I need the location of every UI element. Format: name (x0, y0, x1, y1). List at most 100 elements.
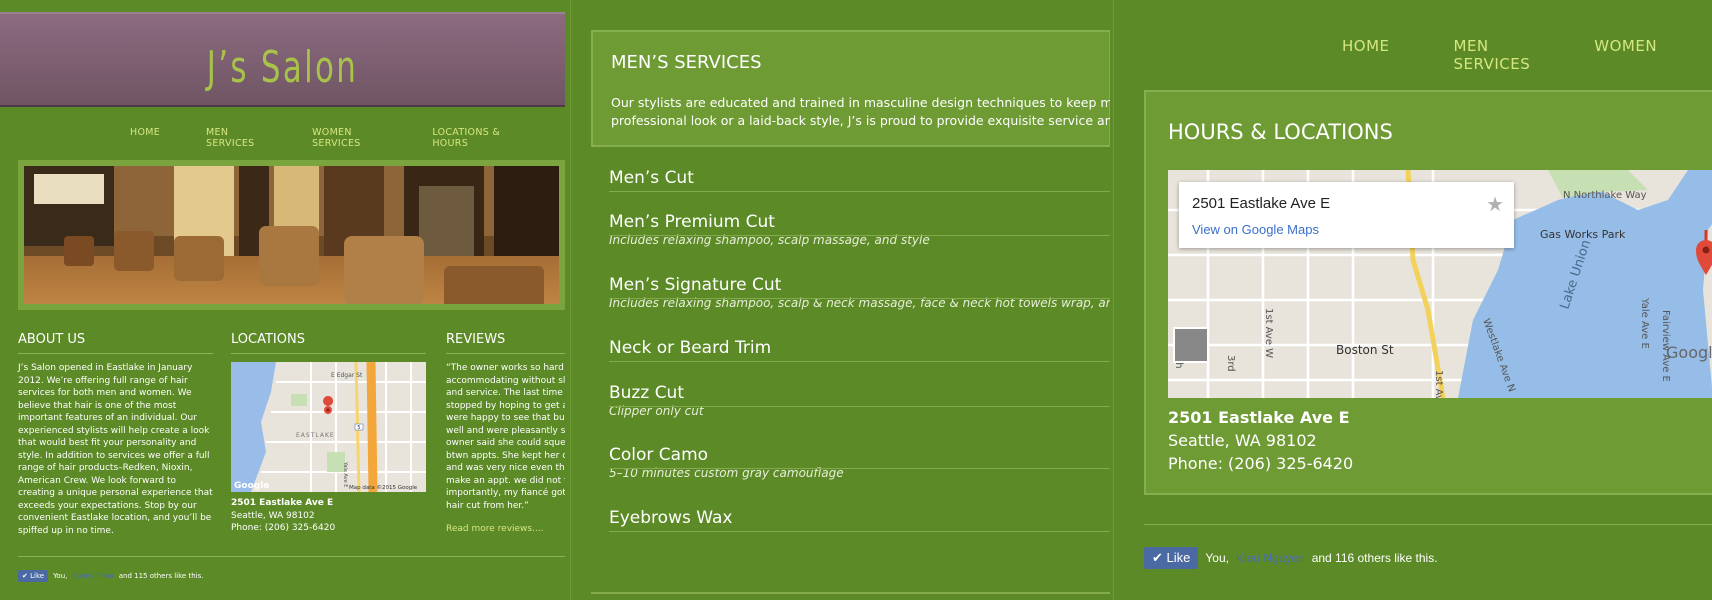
hours-locations-panel: HOME MEN SERVICES WOMEN HOURS & LOCATION… (1113, 0, 1712, 600)
map-ave1n-label: 1st Ave N (1433, 370, 1444, 398)
service-divider (609, 531, 1110, 532)
nav-women-services[interactable]: WOMEN (1594, 37, 1657, 73)
locations-section: LOCATIONS 5 E Edgar St EASTLAKE Yale Ave… (231, 332, 426, 535)
about-section: ABOUT US J’s Salon opened in Eastlake in… (18, 332, 213, 537)
map-ave3-label: 3rd (1225, 355, 1236, 372)
like-button-label: Like (30, 572, 45, 580)
review-line: owner said she could squeez (446, 438, 565, 448)
service-name: Eyebrows Wax (609, 508, 733, 528)
address-line2: Seattle, WA 98102 (231, 510, 315, 521)
phone-number: Phone: (206) 325-6420 (1168, 454, 1354, 473)
map-card-title: 2501 Eastlake Ave E (1192, 195, 1331, 212)
google-logo-large: Google (1666, 343, 1712, 362)
reviews-divider (446, 353, 565, 354)
locations-title: LOCATIONS (231, 332, 305, 347)
like-button-label: Like (1166, 550, 1191, 565)
view-on-google-maps-link[interactable]: View on Google Maps (1192, 222, 1319, 237)
service-item: Color Camo 5–10 minutes custom gray camo… (609, 445, 1110, 480)
like-button[interactable]: ✔ Like (1144, 547, 1199, 569)
review-text: “The owner works so hard an accommodatin… (446, 362, 565, 512)
map-info-card: 2501 Eastlake Ave E View on Google Maps … (1179, 182, 1514, 248)
about-divider (18, 353, 213, 354)
review-line: accommodating without slack (446, 375, 565, 386)
intro-line: Our stylists are educated and trained in… (611, 95, 1110, 110)
service-divider (609, 406, 1110, 407)
like-button[interactable]: ✔ Like (18, 570, 49, 582)
service-divider (609, 235, 1110, 236)
review-line: “The owner works so hard an (446, 363, 565, 373)
like-you-text: You, (53, 572, 68, 580)
service-item: Neck or Beard Trim (609, 338, 1110, 362)
service-item: Men’s Signature Cut Includes relaxing sh… (609, 275, 1110, 310)
locations-divider (231, 353, 426, 354)
map-credit: Map data ©2015 Google (349, 484, 418, 491)
map-street-label: E Edgar St (331, 372, 363, 379)
like-friend-link[interactable]: Sonny Phan (72, 572, 113, 580)
review-line: well and were pleasantly surp (446, 425, 565, 436)
site-logo[interactable]: J’s Salon (62, 42, 503, 93)
review-line: make an appt. we did not fee (446, 475, 565, 486)
service-name: Buzz Cut (609, 383, 684, 403)
map-boston-label: Boston St (1336, 343, 1394, 357)
nav-home[interactable]: HOME (130, 127, 160, 149)
intro-line: professional look or a laid-back style, … (611, 113, 1110, 128)
map-highway-label: 5 (357, 425, 360, 431)
service-item: Men’s Cut (609, 168, 1110, 192)
homepage-panel: J’s Salon HOME MEN SERVICES WOMEN SERVIC… (0, 0, 565, 600)
map-street2-label: Yale Ave E (342, 461, 348, 487)
address-block-large: 2501 Eastlake Ave E Seattle, WA 98102 Ph… (1168, 406, 1353, 475)
men-services-panel: MEN’S SERVICES Our stylists are educated… (570, 0, 1110, 600)
about-title: ABOUT US (18, 332, 86, 347)
map-area-label: EASTLAKE (296, 432, 335, 439)
reviews-title: REVIEWS (446, 332, 506, 347)
footer-divider (18, 556, 565, 557)
reviews-section: REVIEWS “The owner works so hard an acco… (446, 332, 565, 534)
review-line: and service. The last time my (446, 388, 565, 398)
panel-bottom-divider (591, 592, 1110, 594)
address-block-small: 2501 Eastlake Ave E Seattle, WA 98102 Ph… (231, 497, 426, 535)
service-divider (609, 361, 1110, 362)
read-more-reviews-link[interactable]: Read more reviews.... (446, 524, 565, 534)
service-item: Men’s Premium Cut Includes relaxing sham… (609, 212, 1110, 247)
location-map-large[interactable]: 2 Gas Works Park N Northlake Way Lake Un… (1168, 170, 1712, 398)
star-icon[interactable]: ★ (1486, 192, 1504, 216)
about-text: J’s Salon opened in Eastlake in January … (18, 363, 213, 536)
nav-men-services[interactable]: MEN SERVICES (206, 127, 266, 149)
like-you-text: You, (1205, 551, 1229, 565)
nav-locations-hours[interactable]: LOCATIONS & HOURS (432, 127, 519, 149)
service-name: Neck or Beard Trim (609, 338, 772, 358)
nav-home[interactable]: HOME (1342, 37, 1390, 73)
service-name: Color Camo (609, 445, 709, 465)
address-line2: Seattle, WA 98102 (1168, 431, 1317, 450)
facebook-like-bar: ✔ Like You, Kieu Nguyen and 116 others l… (1144, 547, 1438, 569)
address-line1: 2501 Eastlake Ave E (231, 498, 334, 508)
review-line: stopped by hoping to get a w (446, 400, 565, 411)
like-friend-link[interactable]: Kieu Nguyen (1236, 551, 1305, 565)
service-name: Men’s Cut (609, 168, 694, 188)
service-item: Buzz Cut Clipper only cut (609, 383, 1110, 418)
nav-women-services[interactable]: WOMEN SERVICES (312, 127, 386, 149)
footer-divider (1144, 524, 1712, 525)
review-line: were happy to see that busin (446, 413, 565, 423)
review-line: hair cut from her.” (446, 500, 529, 511)
men-services-intro-box: MEN’S SERVICES Our stylists are educated… (591, 30, 1110, 147)
service-name: Men’s Premium Cut (609, 212, 775, 232)
map-northlake-label: N Northlake Way (1563, 190, 1647, 201)
review-line: and was very nice even thoug (446, 463, 565, 473)
men-services-intro: Our stylists are educated and trained in… (611, 94, 1110, 130)
google-logo-small: Google (234, 481, 269, 491)
main-nav-large: HOME MEN SERVICES WOMEN (1342, 37, 1712, 73)
nav-men-services[interactable]: MEN SERVICES (1454, 37, 1531, 73)
location-map-small[interactable]: 5 E Edgar St EASTLAKE Yale Ave E Google … (231, 362, 426, 492)
service-divider (609, 191, 1110, 192)
service-name: Men’s Signature Cut (609, 275, 782, 295)
review-line: btwn appts. She kept her che (446, 450, 565, 461)
map-park-label: Gas Works Park (1540, 228, 1626, 241)
men-services-title: MEN’S SERVICES (611, 52, 762, 73)
service-divider (609, 298, 1110, 299)
hours-locations-box: HOURS & LOCATIONS 2 Gas W (1144, 90, 1712, 495)
site-header: J’s Salon (0, 12, 565, 107)
like-count-text: and 115 others like this. (118, 572, 204, 580)
phone-number: Phone: (206) 325-6420 (231, 523, 336, 533)
map-ave1-label: 1st Ave W (1263, 308, 1274, 358)
